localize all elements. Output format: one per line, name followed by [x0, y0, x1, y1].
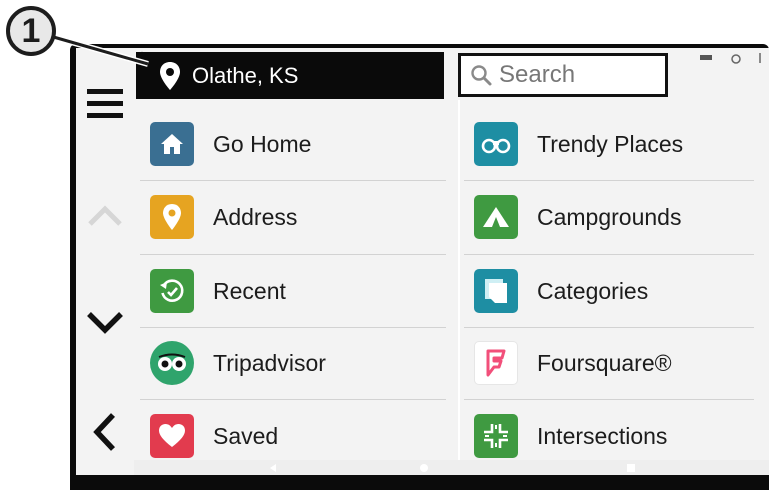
- menu-item-address[interactable]: Address: [136, 187, 444, 247]
- menu-item-campgrounds[interactable]: Campgrounds: [460, 187, 769, 247]
- callout-badge: 1: [6, 6, 56, 56]
- menu-item-foursquare[interactable]: Foursquare®: [460, 333, 769, 393]
- menu-item-label: Go Home: [213, 130, 312, 157]
- system-home-icon[interactable]: [420, 464, 428, 472]
- search-input[interactable]: Search: [458, 53, 668, 97]
- search-icon: [471, 65, 492, 86]
- menu-item-label: Tripadvisor: [213, 349, 326, 376]
- main-menu-button[interactable]: [76, 84, 134, 124]
- menu-item-go-home[interactable]: Go Home: [136, 114, 444, 174]
- menu-item-label: Recent: [213, 277, 286, 304]
- menu-item-saved[interactable]: Saved: [136, 406, 444, 466]
- menu-item-categories[interactable]: Categories: [460, 261, 769, 321]
- device-status-icons: [700, 53, 761, 64]
- current-location-text: Olathe, KS: [192, 62, 299, 88]
- back-button[interactable]: [76, 410, 134, 454]
- hamburger-menu-icon: [87, 89, 123, 118]
- intersection-icon: [474, 414, 518, 458]
- current-location-bar[interactable]: Olathe, KS: [136, 52, 444, 99]
- location-pin-icon: [160, 61, 180, 90]
- callout-number: 1: [21, 11, 41, 50]
- menu-item-label: Foursquare®: [537, 349, 672, 376]
- row-divider: [140, 327, 446, 328]
- system-nav-bar: [134, 460, 769, 475]
- menu-item-label: Saved: [213, 422, 279, 449]
- foursquare-icon: [474, 341, 518, 385]
- row-divider: [464, 180, 754, 181]
- system-back-icon[interactable]: [270, 464, 276, 472]
- menu-item-tripadvisor[interactable]: Tripadvisor: [136, 333, 444, 393]
- navigator-screen: Olathe, KS Search Go Home Address Recent…: [76, 48, 769, 475]
- search-placeholder: Search: [499, 61, 576, 88]
- heart-icon: [150, 414, 194, 458]
- menu-item-label: Address: [213, 203, 298, 230]
- tent-icon: [474, 195, 518, 239]
- menu-item-label: Campgrounds: [537, 203, 682, 230]
- row-divider: [140, 254, 446, 255]
- menu-item-label: Intersections: [537, 422, 668, 449]
- side-navigation: [76, 48, 134, 475]
- home-icon: [150, 122, 194, 166]
- row-divider: [464, 399, 754, 400]
- row-divider: [464, 327, 754, 328]
- row-divider: [140, 399, 446, 400]
- categories-icon: [474, 269, 518, 313]
- system-recents-icon[interactable]: [627, 464, 635, 472]
- scroll-up-button[interactable]: [76, 198, 134, 234]
- map-pin-icon: [150, 195, 194, 239]
- binoculars-icon: [474, 122, 518, 166]
- menu-item-intersections[interactable]: Intersections: [460, 406, 769, 466]
- status-strip: [668, 52, 769, 99]
- menu-item-label: Trendy Places: [537, 130, 684, 157]
- row-divider: [464, 254, 754, 255]
- menu-item-label: Categories: [537, 277, 649, 304]
- history-icon: [150, 269, 194, 313]
- back-arrow-icon: [93, 413, 116, 451]
- tripadvisor-owl-icon: [150, 341, 194, 385]
- scroll-down-button[interactable]: [76, 304, 134, 340]
- row-divider: [140, 180, 446, 181]
- chevron-down-icon: [87, 312, 123, 334]
- chevron-up-icon: [88, 205, 122, 226]
- menu-item-recent[interactable]: Recent: [136, 261, 444, 321]
- menu-item-trendy-places[interactable]: Trendy Places: [460, 114, 769, 174]
